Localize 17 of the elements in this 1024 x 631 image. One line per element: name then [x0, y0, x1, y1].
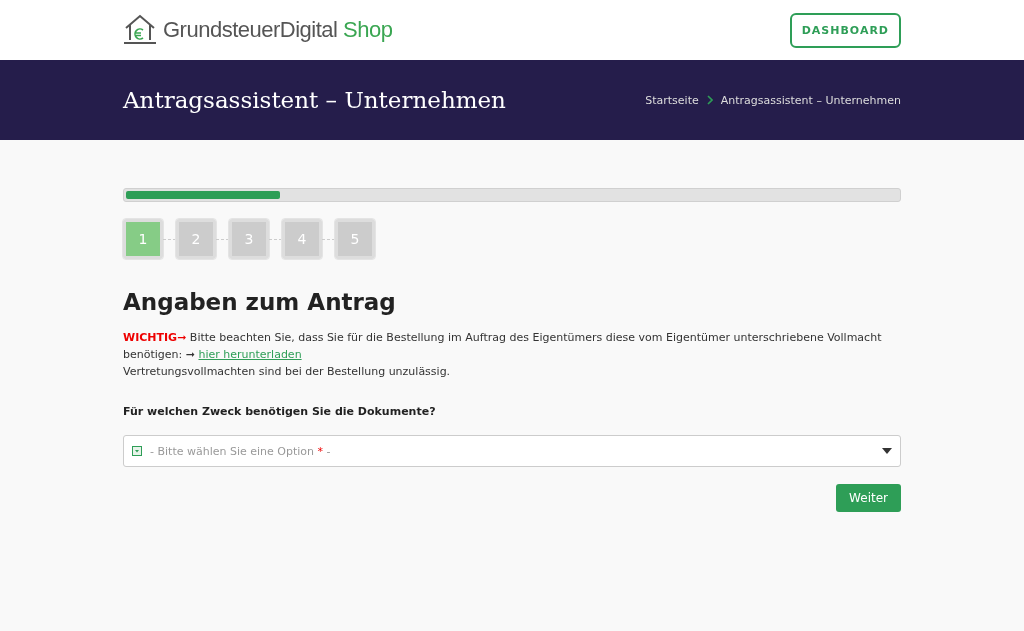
- dashboard-button[interactable]: DASHBOARD: [789, 12, 901, 48]
- breadcrumb-link[interactable]: Startseite: [645, 93, 699, 107]
- section-heading: Angaben zum Antrag: [123, 289, 397, 315]
- step-indicator: 1: [123, 219, 163, 259]
- note-text: Vertretungsvollmachten sind bei der Bestellung unzulässig.: [123, 364, 452, 380]
- notice-text: WICHTIG➞ Bitte beachten Sie, dass Sie für die Bestellung im Auftrag des Eigentümers diese vom Eigentümer unterschriebene Vollmacht benötigen: ➞ hier herunterladen: [123, 330, 883, 363]
- chevron-icon: [706, 95, 713, 105]
- caret-icon: [882, 448, 892, 454]
- purpose-select[interactable]: - Bitte wählen Sie eine Option * -: [123, 435, 901, 467]
- breadcrumb-current: Antragsassistent – Unternehmen: [720, 93, 901, 107]
- download-link[interactable]: hier herunterladen: [198, 348, 302, 361]
- logo-text: GrundsteuerDigital Shop: [163, 17, 393, 43]
- next-button[interactable]: Weiter: [836, 484, 901, 512]
- question-label: Für welchen Zweck benötigen Sie die Dokumente?: [123, 405, 437, 418]
- page-title: Antragsassistent – Unternehmen: [123, 87, 506, 113]
- house-euro-icon: [123, 14, 157, 46]
- dropdown-box-icon: [132, 446, 142, 456]
